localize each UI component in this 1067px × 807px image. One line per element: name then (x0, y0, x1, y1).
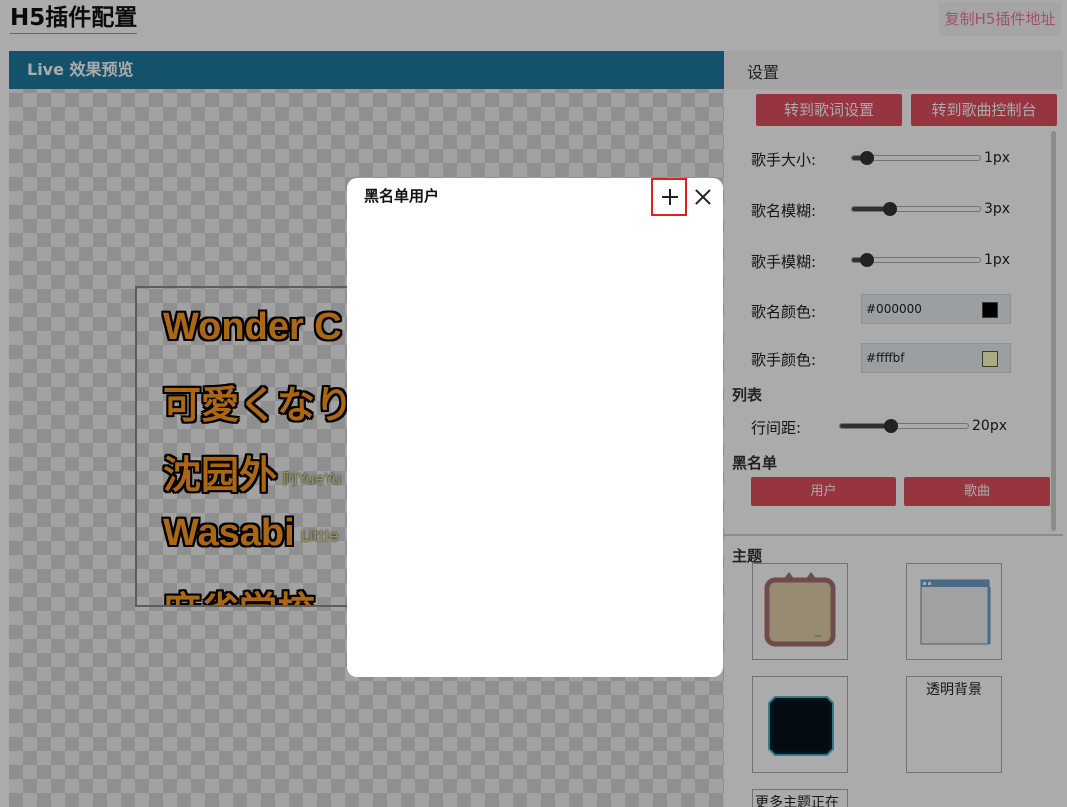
close-icon[interactable] (692, 186, 714, 208)
page: H5插件配置 复制H5插件地址 Live 效果预览 Wonder C 可愛くなり… (0, 0, 1067, 807)
plus-icon[interactable] (651, 178, 687, 216)
blacklist-user-dialog: 黑名单用户 (347, 178, 723, 677)
dialog-title: 黑名单用户 (364, 187, 440, 205)
plus-icon-bar (669, 189, 671, 205)
